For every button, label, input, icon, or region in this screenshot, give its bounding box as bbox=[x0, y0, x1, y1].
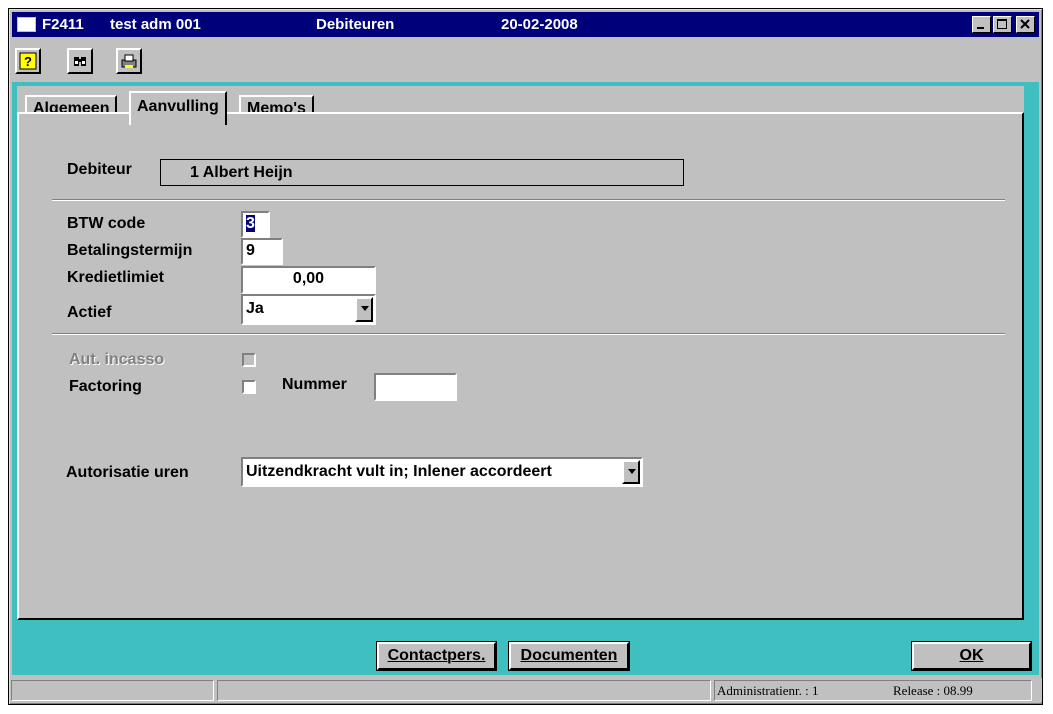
status-bar: Administratienr. : 1 Release : 08.99 bbox=[11, 678, 1042, 702]
window-icon[interactable] bbox=[17, 17, 36, 32]
chevron-down-icon bbox=[628, 469, 636, 474]
btw-code-label: BTW code bbox=[67, 215, 146, 232]
betalingstermijn-label: Betalingstermijn bbox=[67, 242, 193, 259]
contactpers-label: Contactpers. bbox=[387, 647, 486, 664]
tab-aanvulling[interactable]: Aanvulling bbox=[129, 91, 227, 125]
aut-incasso-checkbox[interactable] bbox=[242, 353, 256, 367]
divider-1 bbox=[52, 199, 1005, 201]
status-pane-2 bbox=[217, 680, 711, 701]
print-button[interactable] bbox=[116, 48, 142, 74]
factoring-label: Factoring bbox=[69, 378, 142, 395]
window-title: Debiteuren bbox=[316, 16, 395, 33]
search-button[interactable] bbox=[67, 48, 93, 74]
admin-number-status: Administratienr. : 1 bbox=[717, 683, 819, 698]
ok-label: OK bbox=[959, 647, 984, 664]
status-pane-3: Administratienr. : 1 Release : 08.99 bbox=[714, 680, 1032, 701]
title-bar: F2411 test adm 001 Debiteuren 20-02-2008 bbox=[12, 12, 1039, 37]
debiteur-label: Debiteur bbox=[67, 161, 132, 178]
actief-value: Ja bbox=[246, 300, 264, 317]
actief-select[interactable]: Ja bbox=[241, 294, 376, 325]
svg-text:?: ? bbox=[24, 54, 32, 69]
divider-2 bbox=[52, 333, 1005, 335]
kredietlimiet-label: Kredietlimiet bbox=[67, 269, 164, 286]
ok-button[interactable]: OK bbox=[911, 641, 1032, 671]
nummer-input[interactable] bbox=[374, 373, 457, 401]
documenten-label: Documenten bbox=[520, 647, 618, 664]
documenten-button[interactable]: Documenten bbox=[508, 641, 630, 671]
close-button[interactable] bbox=[1016, 16, 1035, 33]
print-icon bbox=[121, 54, 137, 68]
minimize-button[interactable] bbox=[972, 16, 991, 33]
admin-name: test adm 001 bbox=[110, 16, 201, 33]
autorisatie-uren-value: Uitzendkracht vult in; Inlener accordeer… bbox=[246, 463, 552, 480]
aut-incasso-label: Aut. incasso bbox=[69, 351, 165, 368]
maximize-button[interactable] bbox=[993, 16, 1012, 33]
release-status: Release : 08.99 bbox=[893, 683, 973, 698]
actief-dropdown-button[interactable] bbox=[355, 297, 373, 322]
factoring-checkbox[interactable] bbox=[242, 380, 256, 394]
contactpers-button[interactable]: Contactpers. bbox=[376, 641, 497, 671]
toolbar: ? bbox=[12, 38, 1039, 82]
help-icon: ? bbox=[19, 52, 37, 70]
search-icon bbox=[74, 57, 86, 66]
tab-panel bbox=[17, 112, 1024, 620]
chevron-down-icon bbox=[361, 306, 369, 311]
btw-code-input[interactable]: 3 bbox=[241, 211, 270, 238]
kredietlimiet-input[interactable]: 0,00 bbox=[241, 266, 376, 294]
autorisatie-uren-label: Autorisatie uren bbox=[66, 464, 189, 481]
autorisatie-dropdown-button[interactable] bbox=[622, 460, 640, 484]
maximize-icon bbox=[997, 19, 1007, 29]
actief-label: Actief bbox=[67, 304, 112, 321]
btw-code-value: 3 bbox=[246, 215, 255, 232]
autorisatie-uren-select[interactable]: Uitzendkracht vult in; Inlener accordeer… bbox=[241, 457, 643, 487]
help-button[interactable]: ? bbox=[15, 48, 41, 74]
debiteur-field: 1 Albert Heijn bbox=[160, 159, 684, 186]
title-date: 20-02-2008 bbox=[501, 16, 578, 33]
close-icon bbox=[1020, 19, 1030, 29]
status-pane-1 bbox=[11, 680, 214, 701]
nummer-label: Nummer bbox=[282, 376, 347, 393]
form-code: F2411 bbox=[42, 16, 84, 33]
minimize-icon bbox=[977, 27, 984, 29]
betalingstermijn-input[interactable]: 9 bbox=[241, 238, 283, 265]
